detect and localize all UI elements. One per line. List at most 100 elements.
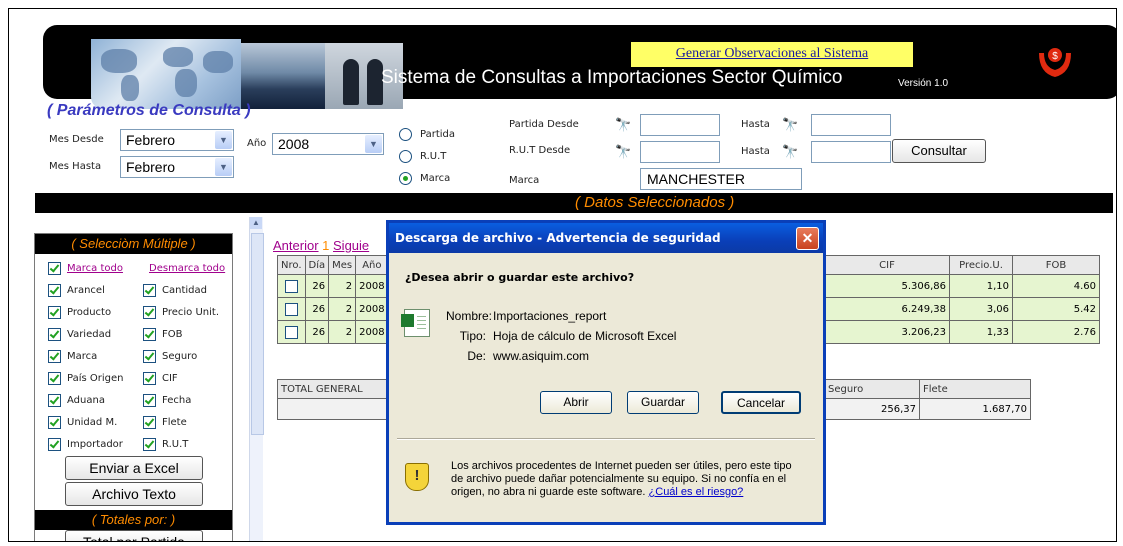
cancel-button[interactable]: Cancelar xyxy=(721,391,801,414)
cell-precio: 1,10 xyxy=(949,274,1013,298)
col-nro: Nro. xyxy=(277,255,306,275)
unidad-checkbox[interactable] xyxy=(48,416,61,429)
mes-hasta-value: Febrero xyxy=(126,159,176,175)
text-file-button[interactable]: Archivo Texto xyxy=(65,482,203,506)
rut-hasta-label: Hasta xyxy=(741,146,770,157)
mes-hasta-select[interactable]: Febrero ▼ xyxy=(120,156,234,178)
partida-desde-input[interactable] xyxy=(640,114,720,136)
scroll-thumb[interactable] xyxy=(251,233,264,435)
multiple-selection-title: ( Selecciòm Múltiple ) xyxy=(35,234,232,254)
variedad-checkbox[interactable] xyxy=(48,328,61,341)
flete-checkbox[interactable] xyxy=(143,416,156,429)
page-number[interactable]: 1 xyxy=(322,238,329,253)
cell-cif: 3.206,23 xyxy=(824,320,950,344)
cell-dia: 26 xyxy=(304,274,330,298)
arancel-label: Arancel xyxy=(67,285,105,296)
cell-fob: 5.42 xyxy=(1012,297,1100,321)
consultar-button[interactable]: Consultar xyxy=(892,139,986,163)
rut-desde-input[interactable] xyxy=(640,141,720,163)
row-checkbox[interactable] xyxy=(284,325,298,339)
generate-observations-box[interactable]: Generar Observaciones al Sistema xyxy=(631,42,913,67)
selected-data-title: ( Datos Seleccionados ) xyxy=(575,194,735,211)
arancel-checkbox[interactable] xyxy=(48,284,61,297)
chevron-down-icon[interactable]: ▼ xyxy=(215,131,232,149)
chevron-down-icon[interactable]: ▼ xyxy=(365,135,382,153)
radio-marca-label: Marca xyxy=(420,173,451,184)
producto-checkbox[interactable] xyxy=(48,306,61,319)
pais-origen-label: País Origen xyxy=(67,373,124,384)
mes-desde-label: Mes Desde xyxy=(49,134,104,145)
rut-hasta-input[interactable] xyxy=(811,141,891,163)
pager: Anterior 1 Siguie xyxy=(273,238,369,253)
rut-checkbox[interactable] xyxy=(143,438,156,451)
version-label: Versión 1.0 xyxy=(898,78,949,89)
radio-rut[interactable] xyxy=(399,150,412,163)
row-checkbox[interactable] xyxy=(284,302,298,316)
next-link[interactable]: Siguie xyxy=(333,238,369,253)
marca-todo-checkbox[interactable] xyxy=(48,262,61,275)
open-button[interactable]: Abrir xyxy=(540,391,612,414)
cell-mes: 2 xyxy=(328,274,357,298)
chevron-down-icon[interactable]: ▼ xyxy=(215,158,232,176)
binoculars-icon[interactable]: 🔭 xyxy=(782,117,798,133)
app-frame: Generar Observaciones al Sistema Sistema… xyxy=(8,8,1117,542)
scroll-up-icon[interactable]: ▲ xyxy=(250,217,262,229)
seguro-total-label: Seguro xyxy=(824,379,920,399)
fecha-checkbox[interactable] xyxy=(143,394,156,407)
generate-observations-link[interactable]: Generar Observaciones al Sistema xyxy=(676,46,868,61)
close-icon[interactable]: ✕ xyxy=(796,227,819,250)
partida-desde-label: Partida Desde xyxy=(509,119,579,130)
precio-unit-checkbox[interactable] xyxy=(143,306,156,319)
security-shield-icon: ! xyxy=(405,463,429,491)
desmarca-todo-link[interactable]: Desmarca todo xyxy=(149,263,225,274)
cell-dia: 26 xyxy=(304,297,330,321)
cell-fob: 2.76 xyxy=(1012,320,1100,344)
mes-desde-select[interactable]: Febrero ▼ xyxy=(120,129,234,151)
selected-data-bar: ( Datos Seleccionados ) xyxy=(35,193,1113,213)
fob-checkbox[interactable] xyxy=(143,328,156,341)
partida-hasta-input[interactable] xyxy=(811,114,891,136)
flete-total-value: 1.687,70 xyxy=(919,398,1031,420)
vertical-scrollbar[interactable]: ▲ xyxy=(249,217,264,541)
tipo-label: Tipo: xyxy=(459,329,486,343)
cantidad-checkbox[interactable] xyxy=(143,284,156,297)
rut-desde-label: R.U.T Desde xyxy=(509,145,571,156)
aduana-label: Aduana xyxy=(67,395,105,406)
download-dialog: Descarga de archivo - Advertencia de seg… xyxy=(386,220,826,525)
cell-cif: 5.306,86 xyxy=(824,274,950,298)
pais-origen-checkbox[interactable] xyxy=(48,372,61,385)
marca-input[interactable]: MANCHESTER xyxy=(640,168,802,190)
cell-fob: 4.60 xyxy=(1012,274,1100,298)
binoculars-icon[interactable]: 🔭 xyxy=(615,117,631,133)
seguro-label: Seguro xyxy=(162,351,198,362)
risk-link[interactable]: ¿Cuál es el riesgo? xyxy=(649,486,744,498)
producto-label: Producto xyxy=(67,307,112,318)
totals-table-left: TOTAL GENERAL xyxy=(277,379,387,420)
radio-partida-label: Partida xyxy=(420,129,455,140)
radio-marca[interactable] xyxy=(399,172,412,185)
precio-unit-label: Precio Unit. xyxy=(162,307,220,318)
cif-label: CIF xyxy=(162,373,178,384)
prev-link[interactable]: Anterior xyxy=(273,238,319,253)
row-checkbox[interactable] xyxy=(284,279,298,293)
binoculars-icon[interactable]: 🔭 xyxy=(782,144,798,160)
radio-partida[interactable] xyxy=(399,128,412,141)
save-button[interactable]: Guardar xyxy=(627,391,699,414)
export-excel-button[interactable]: Enviar a Excel xyxy=(65,456,203,480)
fecha-label: Fecha xyxy=(162,395,192,406)
seguro-checkbox[interactable] xyxy=(143,350,156,363)
importador-checkbox[interactable] xyxy=(48,438,61,451)
world-map-image xyxy=(91,39,241,109)
seguro-total-value: 256,37 xyxy=(824,398,920,420)
anio-select[interactable]: 2008 ▼ xyxy=(272,133,384,155)
total-partida-button[interactable]: Total por Partida xyxy=(65,530,203,541)
cif-checkbox[interactable] xyxy=(143,372,156,385)
binoculars-icon[interactable]: 🔭 xyxy=(615,144,631,160)
tipo-value: Hoja de cálculo de Microsoft Excel xyxy=(493,329,677,343)
aduana-checkbox[interactable] xyxy=(48,394,61,407)
cell-mes: 2 xyxy=(328,297,357,321)
marca-todo-link[interactable]: Marca todo xyxy=(67,263,123,274)
col-dia: Día xyxy=(304,255,330,275)
partida-hasta-label: Hasta xyxy=(741,119,770,130)
marca-checkbox[interactable] xyxy=(48,350,61,363)
